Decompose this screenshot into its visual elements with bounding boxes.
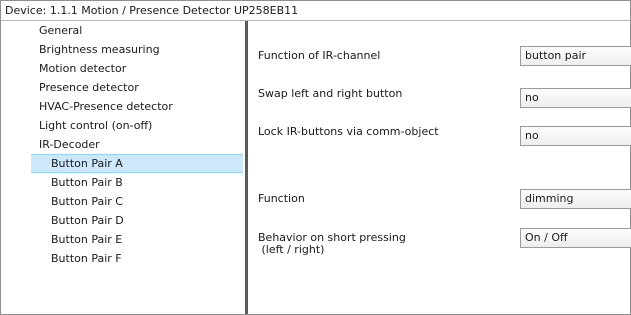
sidebar-item-label: Brightness measuring bbox=[39, 43, 160, 56]
sidebar-item-button-pair-b[interactable]: Button Pair B bbox=[1, 173, 243, 192]
lock-ir-buttons-label: Lock IR-buttons via comm-object bbox=[258, 125, 439, 138]
function-label: Function bbox=[258, 192, 305, 205]
sidebar-item-label: Button Pair B bbox=[51, 176, 123, 189]
sidebar-item-label: Motion detector bbox=[39, 62, 127, 75]
sidebar-item-brightness-measuring[interactable]: Brightness measuring bbox=[1, 40, 243, 59]
swap-buttons-select[interactable]: no bbox=[520, 88, 631, 108]
sidebar-item-label: Button Pair A bbox=[51, 157, 123, 170]
sidebar-item-label: General bbox=[39, 24, 83, 37]
function-select[interactable]: dimming bbox=[520, 189, 631, 209]
sidebar-item-label: Button Pair E bbox=[51, 233, 123, 246]
parameter-panel: Function of IR-channel button pair Swap … bbox=[248, 21, 631, 314]
sidebar-item-label: Presence detector bbox=[39, 81, 139, 94]
parameter-tree: General Brightness measuring Motion dete… bbox=[1, 21, 245, 314]
swap-buttons-label: Swap left and right button bbox=[258, 87, 403, 100]
sidebar-item-label: Button Pair F bbox=[51, 252, 122, 265]
window-title: Device: 1.1.1 Motion / Presence Detector… bbox=[1, 1, 630, 21]
ir-channel-function-label: Function of IR-channel bbox=[258, 49, 381, 62]
short-press-behavior-select[interactable]: On / Off bbox=[520, 228, 631, 248]
sidebar-item-button-pair-f[interactable]: Button Pair F bbox=[1, 249, 243, 268]
ir-channel-function-select[interactable]: button pair bbox=[520, 46, 631, 66]
sidebar-item-presence-detector[interactable]: Presence detector bbox=[1, 78, 243, 97]
sidebar-item-ir-decoder[interactable]: IR-Decoder bbox=[1, 135, 243, 154]
sidebar-item-general[interactable]: General bbox=[1, 21, 243, 40]
parameter-window: Device: 1.1.1 Motion / Presence Detector… bbox=[0, 0, 631, 315]
sidebar-item-button-pair-a[interactable]: Button Pair A bbox=[31, 154, 243, 173]
short-press-behavior-label-line2: (left / right) bbox=[258, 243, 325, 256]
sidebar-item-label: HVAC-Presence detector bbox=[39, 100, 173, 113]
sidebar-item-button-pair-c[interactable]: Button Pair C bbox=[1, 192, 243, 211]
sidebar-item-light-control[interactable]: Light control (on-off) bbox=[1, 116, 243, 135]
sidebar-item-motion-detector[interactable]: Motion detector bbox=[1, 59, 243, 78]
sidebar-item-label: Button Pair C bbox=[51, 195, 123, 208]
sidebar-item-label: Button Pair D bbox=[51, 214, 124, 227]
sidebar-item-hvac-presence-detector[interactable]: HVAC-Presence detector bbox=[1, 97, 243, 116]
lock-ir-buttons-select[interactable]: no bbox=[520, 126, 631, 146]
sidebar-item-button-pair-e[interactable]: Button Pair E bbox=[1, 230, 243, 249]
sidebar-item-button-pair-d[interactable]: Button Pair D bbox=[1, 211, 243, 230]
sidebar-item-label: Light control (on-off) bbox=[39, 119, 153, 132]
sidebar-item-label: IR-Decoder bbox=[39, 138, 100, 151]
short-press-behavior-label: Behavior on short pressing (left / right… bbox=[258, 232, 406, 256]
